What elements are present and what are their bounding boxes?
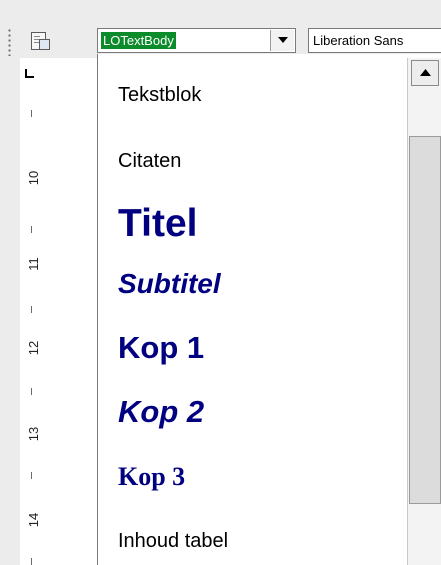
ruler-number: 10	[26, 170, 41, 186]
font-name-input[interactable]: Liberation Sans	[313, 33, 403, 48]
ruler-number: 14	[26, 512, 41, 528]
vertical-ruler: 10 11 12 13 14	[0, 58, 44, 565]
chevron-up-icon	[420, 69, 431, 76]
style-item-subtitel[interactable]: Subtitel	[118, 268, 221, 300]
scroll-up-button[interactable]	[411, 60, 439, 86]
ruler-tick	[31, 110, 32, 117]
paragraph-style-dropdown-button[interactable]	[270, 30, 294, 51]
chevron-down-icon	[278, 37, 288, 43]
ruler-tick	[31, 558, 32, 565]
toolbar-grip-handle[interactable]	[8, 28, 11, 56]
style-item-kop-3[interactable]: Kop 3	[118, 462, 185, 492]
style-item-titel[interactable]: Titel	[118, 202, 197, 246]
style-item-kop-1[interactable]: Kop 1	[118, 330, 204, 366]
paragraph-style-input[interactable]: LOTextBody	[101, 32, 176, 49]
ruler-strip	[20, 58, 44, 565]
paragraph-style-dropdown-list: Tekstblok Citaten Titel Subtitel Kop 1 K…	[97, 54, 441, 565]
ruler-number: 12	[26, 340, 41, 356]
font-name-combobox[interactable]: Liberation Sans	[308, 28, 441, 53]
style-item-citaten[interactable]: Citaten	[118, 150, 181, 173]
scroll-thumb[interactable]	[409, 136, 441, 504]
ruler-tick	[31, 388, 32, 395]
style-item-tekstblok[interactable]: Tekstblok	[118, 84, 201, 107]
styles-and-formatting-button[interactable]	[27, 29, 51, 53]
ruler-number: 11	[26, 257, 41, 271]
ruler-tick	[31, 226, 32, 233]
dropdown-scrollbar[interactable]	[407, 58, 441, 565]
ruler-tick	[31, 472, 32, 479]
style-item-inhoud-tabel[interactable]: Inhoud tabel	[118, 530, 228, 553]
ruler-tick	[31, 306, 32, 313]
style-item-kop-2[interactable]: Kop 2	[118, 394, 204, 430]
paragraph-style-combobox[interactable]: LOTextBody	[97, 28, 296, 53]
formatting-toolbar: LOTextBody Liberation Sans	[0, 0, 441, 58]
styles-dropdown-icon	[39, 39, 50, 50]
left-tab-icon[interactable]	[25, 69, 35, 79]
ruler-number: 13	[26, 426, 41, 442]
